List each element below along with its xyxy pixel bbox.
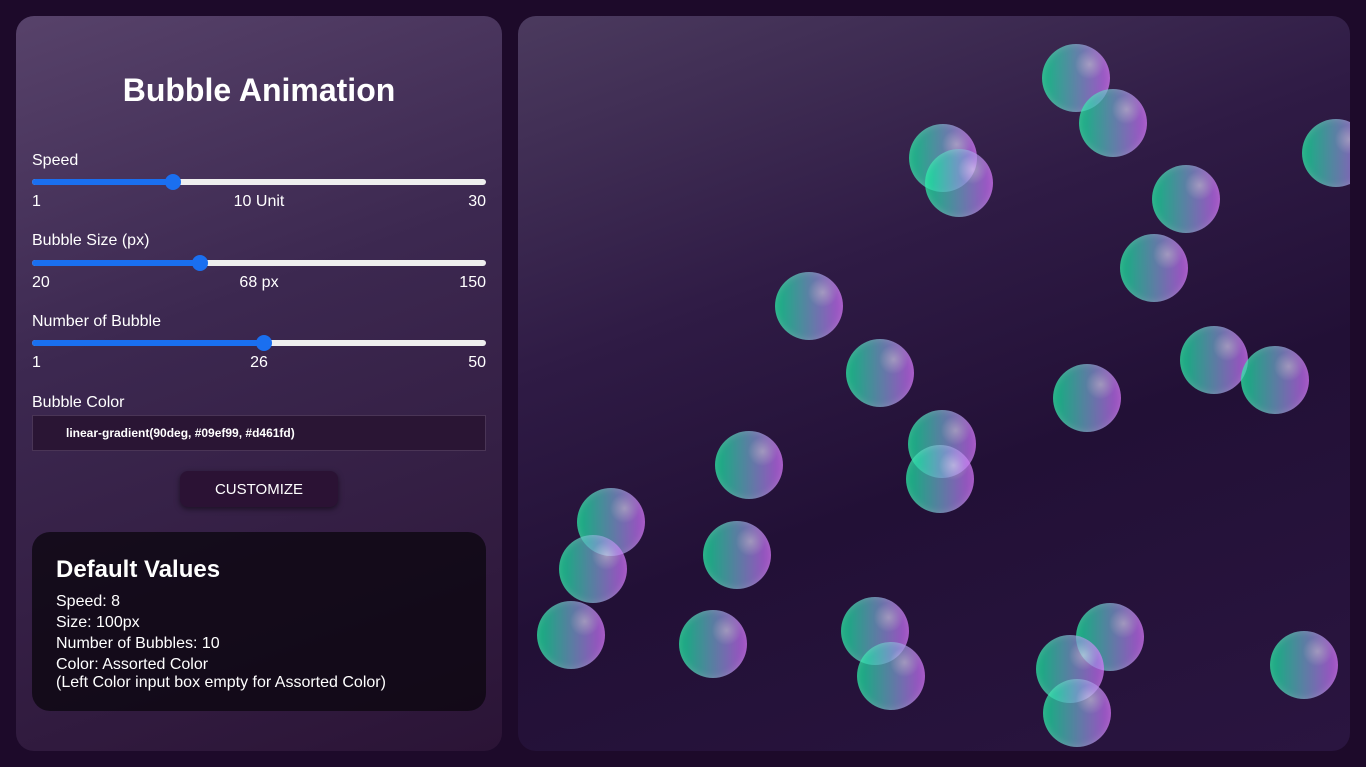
bubble bbox=[1180, 326, 1248, 394]
slider-thumb[interactable] bbox=[164, 174, 181, 190]
count-max: 50 bbox=[468, 354, 486, 371]
count-value: 26 bbox=[250, 354, 268, 371]
bubble bbox=[1302, 119, 1350, 187]
bubble-canvas bbox=[518, 16, 1350, 751]
bubble bbox=[1270, 631, 1338, 699]
bubble bbox=[537, 601, 605, 669]
color-label: Bubble Color bbox=[32, 394, 125, 411]
bubble bbox=[846, 339, 914, 407]
count-label: Number of Bubble bbox=[32, 313, 161, 330]
bubble bbox=[1120, 234, 1188, 302]
speed-value: 10 Unit bbox=[233, 193, 285, 210]
size-max: 150 bbox=[459, 274, 486, 291]
slider-thumb[interactable] bbox=[191, 255, 208, 271]
count-scale: 1 26 50 bbox=[32, 354, 486, 374]
count-slider[interactable] bbox=[32, 334, 486, 352]
control-panel: Bubble Animation Speed 1 10 Unit 30 Bubb… bbox=[16, 16, 502, 751]
speed-label: Speed bbox=[32, 152, 79, 169]
bubble bbox=[925, 149, 993, 217]
bubble bbox=[857, 642, 925, 710]
speed-slider[interactable] bbox=[32, 173, 486, 191]
defaults-line: Speed: 8 bbox=[56, 593, 121, 610]
slider-fill bbox=[32, 260, 200, 266]
bubble bbox=[1241, 346, 1309, 414]
bubble bbox=[1053, 364, 1121, 432]
default-values-box: Default Values Speed: 8 Size: 100px Numb… bbox=[32, 532, 486, 711]
speed-max: 30 bbox=[468, 193, 486, 210]
defaults-title: Default Values bbox=[56, 556, 221, 583]
bubble bbox=[559, 535, 627, 603]
size-scale: 20 68 px 150 bbox=[32, 274, 486, 294]
bubble bbox=[679, 610, 747, 678]
defaults-line: Color: Assorted Color bbox=[56, 656, 209, 673]
bubble bbox=[1079, 89, 1147, 157]
slider-thumb[interactable] bbox=[255, 335, 272, 351]
page-title: Bubble Animation bbox=[122, 72, 396, 108]
defaults-line: Size: 100px bbox=[56, 614, 140, 631]
size-label: Bubble Size (px) bbox=[32, 232, 150, 249]
defaults-line: Number of Bubbles: 10 bbox=[56, 635, 220, 652]
bubble bbox=[775, 272, 843, 340]
bubble-color-input[interactable] bbox=[32, 415, 486, 451]
size-value: 68 px bbox=[239, 274, 279, 291]
speed-scale: 1 10 Unit 30 bbox=[32, 193, 486, 213]
customize-button[interactable]: CUSTOMIZE bbox=[180, 471, 338, 507]
bubble bbox=[906, 445, 974, 513]
slider-fill bbox=[32, 179, 173, 185]
bubble bbox=[715, 431, 783, 499]
bubble bbox=[1043, 679, 1111, 747]
bubble bbox=[1152, 165, 1220, 233]
bubble bbox=[703, 521, 771, 589]
defaults-line: (Left Color input box empty for Assorted… bbox=[56, 674, 386, 691]
slider-fill bbox=[32, 340, 264, 346]
size-slider[interactable] bbox=[32, 254, 486, 272]
